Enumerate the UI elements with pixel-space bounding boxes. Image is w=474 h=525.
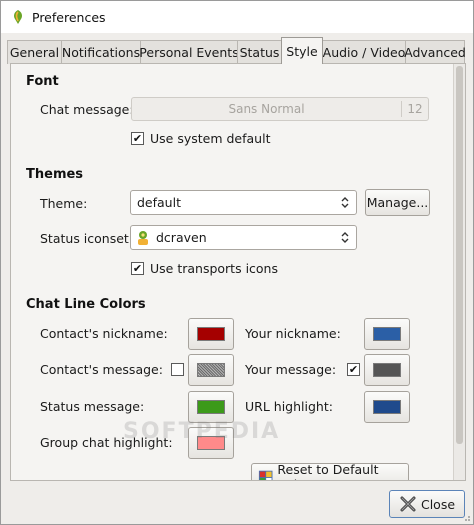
group-chat-highlight-label: Group chat highlight: [40,435,173,450]
status-message-swatch [197,400,225,414]
close-button[interactable]: Close [389,490,465,518]
chat-line-colors-section-title: Chat Line Colors [26,297,146,312]
font-size-value: 12 [407,102,423,116]
title-bar: Preferences [1,1,473,33]
contacts-nickname-color-button[interactable] [188,318,234,350]
group-chat-highlight-swatch [197,436,225,450]
font-name-value: Sans Normal [228,102,305,116]
font-section-title: Font [26,74,59,89]
contacts-nickname-swatch [197,327,225,341]
use-transports-icons-check-icon: ✔ [131,262,144,275]
status-iconset-label: Status iconset: [40,231,134,246]
use-system-default-check-icon: ✔ [131,132,144,145]
reset-default-colors-label: Reset to Default Colors [277,462,379,480]
your-message-checkbox[interactable]: ✔ [347,363,360,376]
tab-audio-video[interactable]: Audio / Video [322,40,406,64]
use-transports-icons-label: Use transports icons [150,261,278,276]
url-highlight-label: URL highlight: [245,399,333,414]
tab-notifications[interactable]: Notifications [61,40,141,64]
your-nickname-swatch [373,327,401,341]
your-nickname-label: Your nickname: [245,326,341,341]
tab-style[interactable]: Style [281,37,323,64]
your-message-label: Your message: [245,362,337,377]
group-chat-highlight-color-button[interactable] [188,427,234,459]
contacts-nickname-label: Contact's nickname: [40,326,168,341]
status-message-label: Status message: [40,399,145,414]
theme-select-value: default [137,195,181,210]
themes-section-title: Themes [26,167,84,182]
use-system-default-label: Use system default [150,131,271,146]
your-message-color-button[interactable] [364,354,410,386]
reset-default-colors-button[interactable]: Reset to Default Colors [251,462,409,480]
theme-select[interactable]: default [130,190,357,215]
contacts-message-color-button[interactable] [188,354,234,386]
tab-general[interactable]: General [7,40,62,64]
contacts-message-checkbox[interactable] [171,363,184,376]
url-highlight-swatch [373,400,401,414]
palette-icon [258,470,273,480]
style-panel: Font Chat message: Sans Normal 12 ✔ Use … [10,63,466,481]
dcraven-status-icon [138,230,148,245]
chat-message-font-picker[interactable]: Sans Normal 12 [131,97,429,121]
status-message-color-button[interactable] [188,391,234,423]
your-nickname-color-button[interactable] [364,318,410,350]
preferences-window: Preferences General Notifications Person… [0,0,474,525]
tab-personal-events[interactable]: Personal Events [139,40,239,64]
your-message-swatch [373,363,401,377]
use-transports-icons-checkbox[interactable]: ✔ Use transports icons [131,261,278,276]
panel-scrollbar[interactable] [453,64,465,480]
psi-leaf-icon [14,10,22,24]
close-x-icon [400,496,416,512]
use-system-default-checkbox[interactable]: ✔ Use system default [131,131,270,146]
manage-themes-button[interactable]: Manage... [365,189,430,216]
tab-advanced[interactable]: Advanced [404,40,466,64]
panel-scrollbar-thumb[interactable] [456,66,463,444]
up-down-arrows-icon [341,232,349,243]
theme-label: Theme: [40,196,88,211]
contacts-message-label: Contact's message: [40,362,163,377]
close-button-label: Close [420,496,456,512]
status-iconset-value: dcraven [156,230,207,245]
window-title: Preferences [32,9,106,25]
resize-grip-icon[interactable] [461,512,471,522]
tab-bar: General Notifications Personal Events St… [7,37,467,64]
up-down-arrows-icon [341,197,349,208]
tab-status[interactable]: Status [237,40,282,64]
contacts-message-swatch [197,363,225,377]
status-iconset-select[interactable]: dcraven [130,225,357,250]
url-highlight-color-button[interactable] [364,391,410,423]
chat-message-font-label: Chat message: [40,102,134,117]
